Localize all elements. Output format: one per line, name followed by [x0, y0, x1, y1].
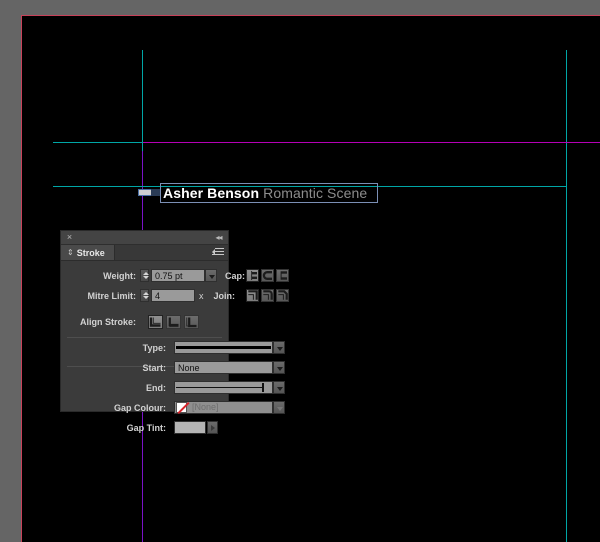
align-stroke-outside-icon[interactable] — [184, 315, 199, 329]
panel-menu-icon[interactable] — [212, 248, 224, 257]
start-label: Start: — [142, 363, 166, 373]
weight-input[interactable]: 0.75 pt — [151, 269, 205, 282]
tab-stroke-label: Stroke — [76, 247, 105, 258]
gap-colour-dropdown-arrow[interactable] — [273, 401, 285, 414]
text-frame-primary-text: Asher Benson — [163, 185, 260, 201]
mitre-limit-input[interactable]: 4 — [151, 289, 195, 302]
align-stroke-label: Align Stroke: — [79, 317, 136, 327]
gap-colour-row: Gap Colour: [None] — [61, 398, 285, 418]
text-frame-secondary-text: Romantic Scene — [263, 185, 368, 201]
end-stroke-preview — [176, 387, 264, 388]
end-label: End: — [146, 383, 166, 393]
panel-body: Weight: 0.75 pt Cap: Mitre Limit: 4 x Jo… — [61, 266, 289, 438]
type-dropdown-arrow[interactable] — [273, 341, 285, 354]
tab-stroke[interactable]: ⇕ Stroke — [61, 245, 115, 260]
end-row: End: — [61, 378, 285, 398]
mitre-limit-unit: x — [199, 291, 204, 301]
end-arrowhead-preview — [262, 383, 264, 392]
join-round-icon[interactable] — [261, 289, 274, 302]
gap-colour-value: [None] — [192, 402, 219, 412]
gap-tint-row: Gap Tint: — [61, 418, 228, 438]
type-label: Type: — [142, 343, 166, 353]
gap-tint-label: Gap Tint: — [126, 423, 166, 433]
text-frame-inport-tail — [151, 189, 160, 196]
cap-projecting-icon[interactable] — [276, 269, 289, 282]
align-stroke-inside-icon[interactable] — [166, 315, 181, 329]
align-stroke-row: Align Stroke: — [61, 312, 228, 332]
panel-tab-row[interactable]: ⇕ Stroke — [61, 245, 228, 261]
type-row: Type: — [61, 338, 285, 358]
panel-titlebar[interactable]: × ◂◂ — [61, 231, 228, 245]
gap-tint-input[interactable] — [174, 421, 206, 434]
start-dropdown[interactable]: None — [174, 361, 273, 374]
type-stroke-preview — [176, 346, 271, 349]
cap-label: Cap: — [225, 271, 245, 281]
gap-colour-label: Gap Colour: — [114, 403, 166, 413]
none-swatch-icon — [176, 402, 187, 413]
stroke-panel[interactable]: × ◂◂ ⇕ Stroke Weight: 0.75 pt Cap: Mitre… — [60, 230, 289, 434]
weight-stepper[interactable] — [140, 269, 149, 282]
weight-label: Weight: — [103, 271, 136, 281]
join-label: Join: — [213, 291, 236, 301]
text-frame-content: Asher Benson Romantic Scene — [163, 184, 367, 202]
align-stroke-center-icon[interactable] — [148, 315, 163, 329]
mitre-limit-row: Mitre Limit: 4 x Join: — [61, 286, 289, 306]
start-row: Start: None — [61, 358, 285, 378]
panel-toggle-icon: ⇕ — [67, 248, 74, 257]
cap-round-icon[interactable] — [261, 269, 274, 282]
close-icon[interactable]: × — [65, 233, 74, 242]
mitre-limit-stepper[interactable] — [140, 289, 149, 302]
join-bevel-icon[interactable] — [276, 289, 289, 302]
end-dropdown-arrow[interactable] — [273, 381, 285, 394]
cap-butt-icon[interactable] — [246, 269, 259, 282]
collapse-panel-icon[interactable]: ◂◂ — [213, 233, 224, 242]
gap-tint-dropdown-arrow[interactable] — [207, 421, 218, 434]
weight-dropdown-arrow[interactable] — [205, 269, 217, 282]
mitre-limit-label: Mitre Limit: — [87, 291, 137, 301]
indesign-workspace: Asher Benson Romantic Scene × ◂◂ ⇕ Strok… — [0, 0, 600, 542]
weight-row: Weight: 0.75 pt Cap: — [61, 266, 289, 286]
join-mitre-icon[interactable] — [246, 289, 259, 302]
start-dropdown-arrow[interactable] — [273, 361, 285, 374]
